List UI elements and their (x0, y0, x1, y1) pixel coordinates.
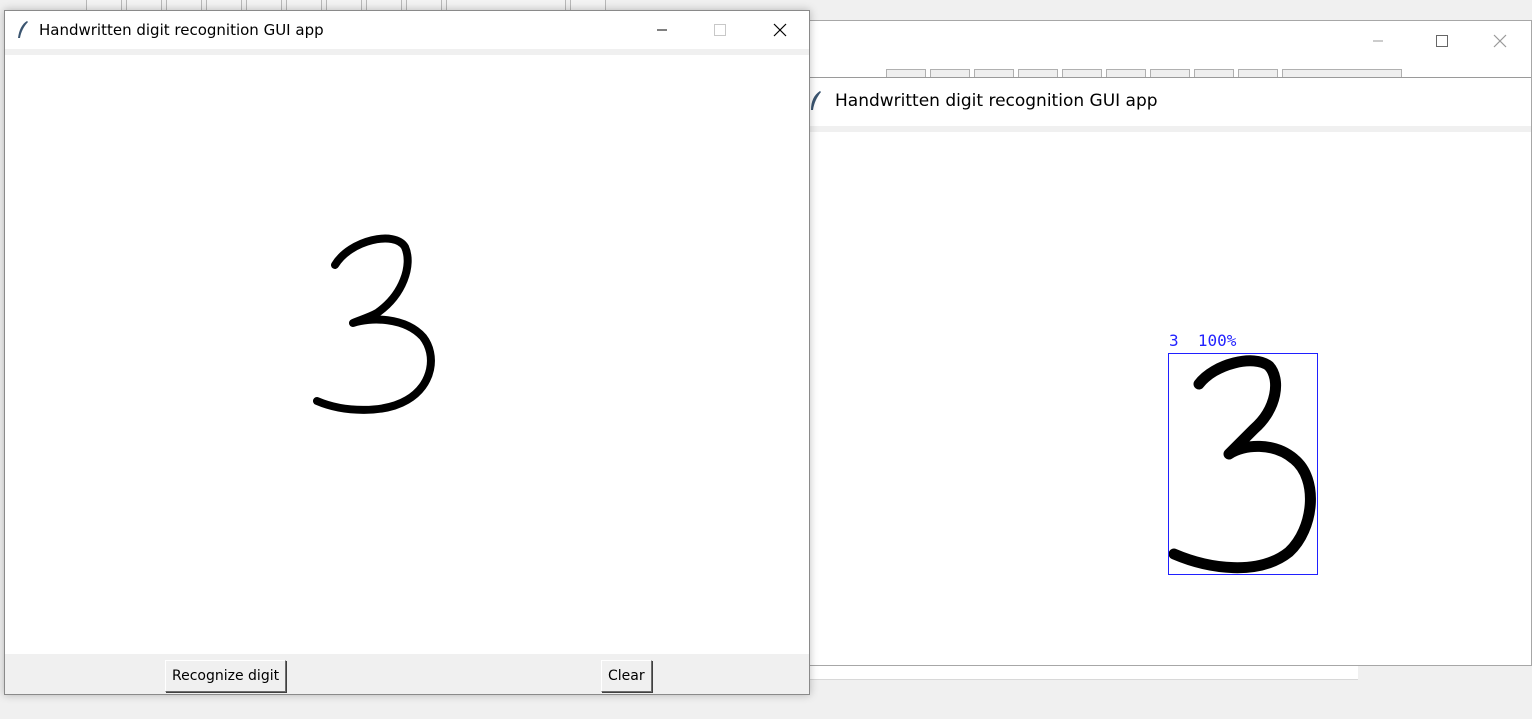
button-bar: Recognize digit Clear (5, 654, 809, 694)
maximize-button[interactable] (691, 11, 749, 49)
recognize-digit-button[interactable]: Recognize digit (165, 660, 287, 692)
prediction-label: 3 100% (1169, 331, 1237, 350)
separator (801, 126, 1531, 132)
drawing-window: Handwritten digit recognition GUI app Re… (4, 10, 810, 695)
handwritten-digit-stroke (313, 234, 435, 414)
minimize-icon (1373, 40, 1383, 42)
close-button[interactable] (751, 11, 809, 49)
maximize-icon (714, 24, 726, 36)
result-titlebar: Handwritten digit recognition GUI app (809, 90, 1158, 112)
recognized-digit-image (1168, 355, 1316, 574)
maximize-icon (1436, 35, 1448, 47)
result-window: Handwritten digit recognition GUI app 3 … (800, 20, 1532, 666)
maximize-button[interactable] (1413, 21, 1471, 61)
minimize-button[interactable] (633, 11, 691, 49)
close-icon (1493, 34, 1507, 48)
minimize-icon (657, 29, 667, 31)
drawing-canvas[interactable] (5, 55, 809, 655)
result-image-window: Handwritten digit recognition GUI app 3 … (801, 77, 1531, 665)
outer-titlebar (801, 21, 1531, 61)
minimize-button[interactable] (1349, 21, 1407, 61)
feather-icon (18, 21, 28, 38)
window-title: Handwritten digit recognition GUI app (39, 21, 324, 39)
window-shadow (810, 666, 1358, 680)
result-window-title: Handwritten digit recognition GUI app (835, 91, 1158, 111)
titlebar: Handwritten digit recognition GUI app (5, 11, 809, 49)
prediction-bounding-box (1168, 353, 1318, 575)
close-icon (773, 23, 787, 37)
clear-button[interactable]: Clear (601, 660, 652, 692)
feather-icon (811, 91, 821, 110)
close-button[interactable] (1471, 21, 1529, 61)
